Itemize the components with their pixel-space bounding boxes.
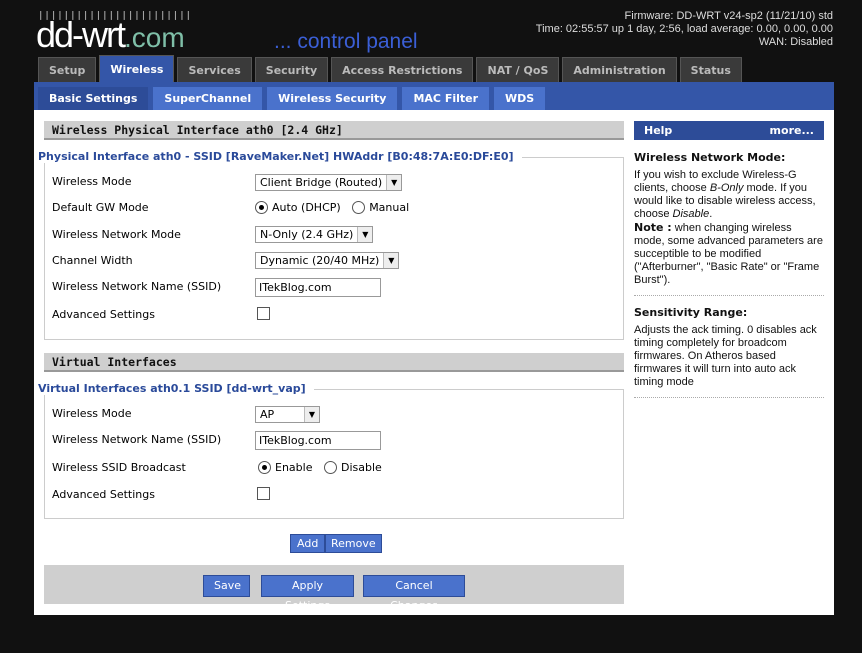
subtab-basic-settings[interactable]: Basic Settings xyxy=(38,87,149,110)
add-button[interactable]: Add xyxy=(290,534,326,553)
channel-width-select[interactable]: Dynamic (20/40 MHz) ▼ xyxy=(255,252,400,269)
uptime-text: Time: 02:55:57 up 1 day, 2:56, load aver… xyxy=(535,23,833,35)
help-heading: Sensitivity Range: xyxy=(634,306,748,319)
tab-services[interactable]: Services xyxy=(177,57,252,82)
logo: dd-wrt.com xyxy=(36,14,185,55)
gw-mode-radios: Auto (DHCP) Manual xyxy=(255,201,417,217)
help-heading: Wireless Network Mode: xyxy=(634,151,786,164)
subtab-wireless-security[interactable]: Wireless Security xyxy=(267,87,398,110)
gw-manual-radio[interactable]: Manual xyxy=(352,201,409,214)
ssid-broadcast-label: Wireless SSID Broadcast xyxy=(52,461,186,474)
main-tabs: Setup Wireless Services Security Access … xyxy=(38,55,742,82)
ssid-broadcast-radios: Enable Disable xyxy=(258,461,390,477)
cancel-changes-button[interactable]: Cancel Changes xyxy=(363,575,465,612)
vap-advanced-settings-checkbox[interactable] xyxy=(257,487,270,500)
vap-wireless-mode-label: Wireless Mode xyxy=(52,407,132,420)
firmware-text: Firmware: DD-WRT v24-sp2 (11/21/10) std xyxy=(624,10,833,22)
ssid-label: Wireless Network Name (SSID) xyxy=(52,280,222,293)
sub-tabs: Basic Settings SuperChannel Wireless Sec… xyxy=(38,87,546,110)
help-divider xyxy=(634,295,824,296)
advanced-settings-checkbox[interactable] xyxy=(257,307,270,320)
vap-wireless-mode-select[interactable]: AP ▼ xyxy=(255,406,320,423)
help-more-link[interactable]: more... xyxy=(770,121,814,140)
ssid-input[interactable]: ITekBlog.com xyxy=(255,278,381,297)
router-status: Firmware: DD-WRT v24-sp2 (11/21/10) std … xyxy=(536,10,833,49)
vap-ssid-label: Wireless Network Name (SSID) xyxy=(52,433,222,446)
logo-subtitle: ... control panel xyxy=(274,30,418,53)
tab-nat-qos[interactable]: NAT / QoS xyxy=(476,57,560,82)
virtual-section-title: Virtual Interfaces xyxy=(44,353,624,372)
save-button[interactable]: Save xyxy=(203,575,250,597)
remove-button[interactable]: Remove xyxy=(325,534,382,553)
help-divider xyxy=(634,397,824,398)
physical-section-title: Wireless Physical Interface ath0 [2.4 GH… xyxy=(44,121,624,140)
chevron-down-icon: ▼ xyxy=(357,227,373,242)
tab-wireless[interactable]: Wireless xyxy=(99,55,175,82)
vap-ssid-input[interactable]: ITekBlog.com xyxy=(255,431,381,450)
subtab-wds[interactable]: WDS xyxy=(494,87,546,110)
broadcast-disable-radio[interactable]: Disable xyxy=(323,461,382,474)
chevron-down-icon: ▼ xyxy=(304,407,319,422)
chevron-down-icon: ▼ xyxy=(386,175,402,190)
tab-status[interactable]: Status xyxy=(679,57,742,82)
network-mode-select[interactable]: N-Only (2.4 GHz) ▼ xyxy=(255,226,374,243)
advanced-settings-label: Advanced Settings xyxy=(52,308,155,321)
help-header: Help more... xyxy=(634,121,824,140)
help-sensitivity: Sensitivity Range: Adjusts the ack timin… xyxy=(634,306,817,388)
wireless-mode-label: Wireless Mode xyxy=(52,175,132,188)
vap-advanced-settings-label: Advanced Settings xyxy=(52,488,155,501)
subtab-mac-filter[interactable]: MAC Filter xyxy=(402,87,490,110)
physical-legend: Physical Interface ath0 - SSID [RaveMake… xyxy=(38,150,522,163)
gw-auto-radio[interactable]: Auto (DHCP) xyxy=(255,201,341,214)
broadcast-enable-radio[interactable]: Enable xyxy=(258,461,312,474)
subtab-superchannel[interactable]: SuperChannel xyxy=(153,87,263,110)
tab-administration[interactable]: Administration xyxy=(562,57,677,82)
network-mode-label: Wireless Network Mode xyxy=(52,228,181,241)
tab-security[interactable]: Security xyxy=(254,57,329,82)
help-title: Help xyxy=(644,124,673,137)
chevron-down-icon: ▼ xyxy=(383,253,399,268)
wan-status: WAN: Disabled xyxy=(758,36,833,48)
tab-access-restrictions[interactable]: Access Restrictions xyxy=(331,57,474,82)
help-network-mode: Wireless Network Mode: If you wish to ex… xyxy=(634,151,823,286)
virtual-legend: Virtual Interfaces ath0.1 SSID [dd-wrt_v… xyxy=(38,382,314,395)
wireless-mode-select[interactable]: Client Bridge (Routed) ▼ xyxy=(255,174,403,191)
apply-settings-button[interactable]: Apply Settings xyxy=(261,575,354,612)
gw-mode-label: Default GW Mode xyxy=(52,201,149,214)
tab-setup[interactable]: Setup xyxy=(38,57,97,82)
channel-width-label: Channel Width xyxy=(52,254,133,267)
